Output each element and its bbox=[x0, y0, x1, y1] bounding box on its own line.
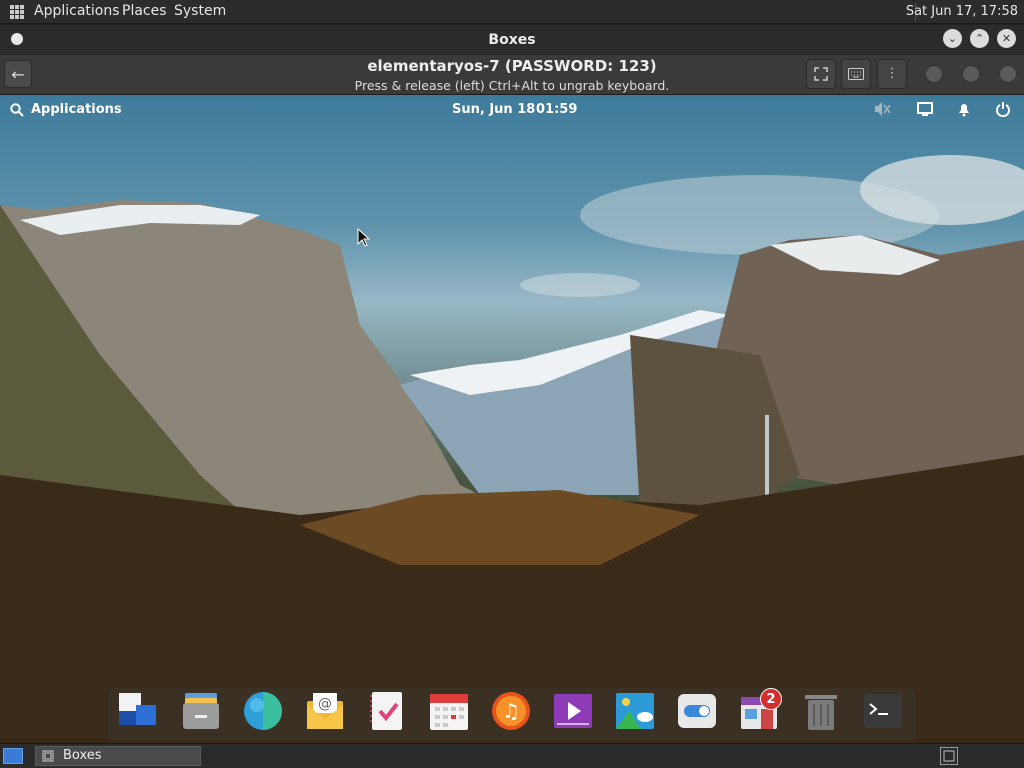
apps-grid-icon[interactable] bbox=[10, 5, 24, 19]
web-browser-icon bbox=[244, 692, 282, 730]
dock-files[interactable] bbox=[181, 691, 221, 731]
volume-muted-icon[interactable] bbox=[873, 101, 891, 117]
tasks-icon bbox=[370, 692, 402, 730]
dock-terminal[interactable] bbox=[863, 691, 903, 731]
taskbar-label: Boxes bbox=[63, 748, 102, 763]
search-icon[interactable] bbox=[10, 103, 24, 117]
close-button[interactable]: ✕ bbox=[997, 29, 1016, 48]
music-icon: ♫ bbox=[492, 692, 530, 730]
show-desktop-button[interactable] bbox=[3, 748, 23, 764]
taskbar-boxes-button[interactable]: Boxes bbox=[35, 746, 201, 766]
display-icon[interactable] bbox=[917, 102, 933, 116]
fullscreen-icon bbox=[814, 67, 828, 81]
guest-top-panel: Applications Sun, Jun 18 01:59 bbox=[0, 95, 1024, 123]
kebab-menu-icon: ⋮ bbox=[885, 66, 899, 81]
system-settings-toggle-icon bbox=[678, 694, 716, 728]
menu-applications[interactable]: Applications bbox=[34, 3, 120, 19]
files-icon bbox=[183, 693, 219, 729]
multitasking-view-icon bbox=[119, 693, 156, 725]
guest-applications-menu[interactable]: Applications bbox=[31, 102, 122, 117]
mouse-cursor-icon bbox=[357, 228, 371, 247]
svg-text:@: @ bbox=[318, 696, 332, 712]
trash-icon bbox=[805, 695, 837, 730]
dock-multitasking[interactable] bbox=[118, 691, 158, 731]
workspace-switcher[interactable] bbox=[940, 747, 958, 765]
host-top-panel: Applications Places System Sat Jun 17, 1… bbox=[0, 0, 1024, 24]
boxes-app-icon bbox=[42, 750, 54, 762]
menu-places[interactable]: Places bbox=[122, 3, 167, 19]
guest-time[interactable]: 01:59 bbox=[536, 102, 577, 117]
photos-icon bbox=[616, 693, 654, 729]
host-bottom-panel: Boxes bbox=[0, 743, 1024, 768]
dock-web[interactable] bbox=[243, 691, 283, 731]
videos-icon bbox=[554, 694, 592, 728]
terminal-icon bbox=[864, 694, 902, 728]
mail-icon: @ bbox=[307, 693, 343, 729]
calendar-icon bbox=[430, 694, 468, 730]
dock: @ ♫ bbox=[108, 688, 916, 740]
boxes-headerbar: ← elementaryos-7 (PASSWORD: 123) Press &… bbox=[0, 55, 1024, 95]
workspace-icon bbox=[943, 750, 955, 762]
keyboard-button[interactable] bbox=[841, 59, 871, 89]
guest-date[interactable]: Sun, Jun 18 bbox=[452, 102, 535, 117]
window-titlebar[interactable]: Boxes ⌄ ⌃ ✕ bbox=[0, 25, 1024, 55]
minimize-button[interactable]: ⌄ bbox=[943, 29, 962, 48]
dock-calendar[interactable] bbox=[429, 691, 469, 731]
more-options-button[interactable]: ⋮ bbox=[877, 59, 907, 89]
window-title: Boxes bbox=[488, 32, 536, 48]
dock-tasks[interactable] bbox=[367, 691, 407, 731]
vm-maximize-circle[interactable] bbox=[962, 65, 980, 83]
svg-text:♫: ♫ bbox=[502, 699, 520, 723]
vm-minimize-circle[interactable] bbox=[925, 65, 943, 83]
maximize-button[interactable]: ⌃ bbox=[970, 29, 989, 48]
fullscreen-button[interactable] bbox=[806, 59, 836, 89]
dock-mail[interactable]: @ bbox=[305, 691, 345, 731]
power-icon[interactable] bbox=[995, 101, 1011, 117]
dock-settings[interactable] bbox=[677, 691, 717, 731]
keyboard-icon bbox=[848, 68, 864, 80]
dock-photos[interactable] bbox=[615, 691, 655, 731]
dock-trash[interactable] bbox=[801, 691, 841, 731]
dock-videos[interactable] bbox=[553, 691, 593, 731]
guest-desktop[interactable]: Applications Sun, Jun 18 01:59 @ ♫ 2 bbox=[0, 95, 1024, 743]
notifications-bell-icon[interactable] bbox=[956, 101, 972, 117]
menu-system[interactable]: System bbox=[174, 3, 226, 19]
host-clock[interactable]: Sat Jun 17, 17:58 bbox=[906, 4, 1018, 19]
wallpaper-landscape bbox=[0, 155, 1024, 743]
appcenter-update-badge: 2 bbox=[760, 688, 782, 710]
vm-close-circle[interactable] bbox=[999, 65, 1017, 83]
dock-music[interactable]: ♫ bbox=[491, 691, 531, 731]
